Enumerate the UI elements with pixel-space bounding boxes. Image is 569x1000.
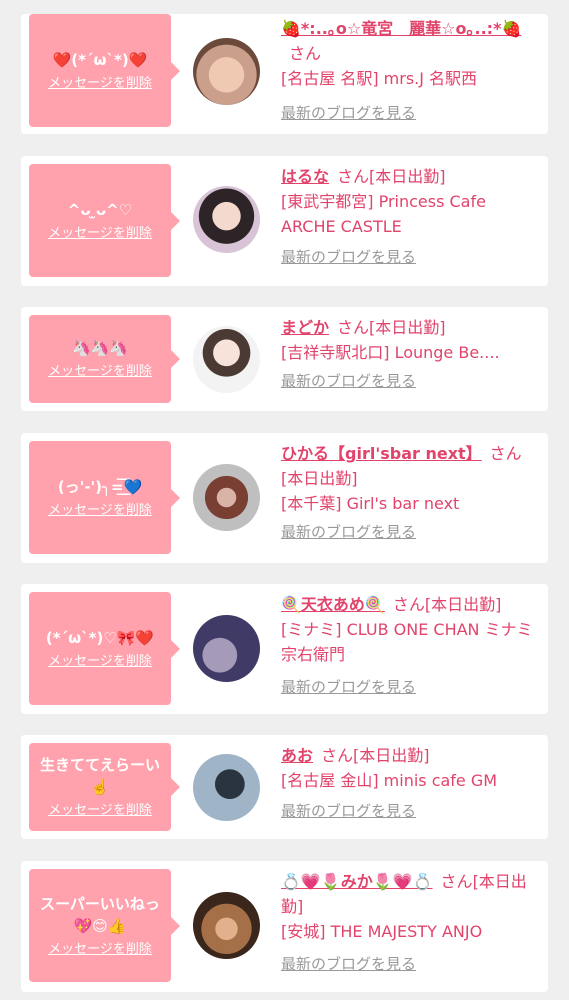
avatar[interactable]: [193, 464, 260, 531]
delete-message-link[interactable]: メッセージを削除: [48, 363, 152, 381]
cast-name-link[interactable]: あお: [281, 746, 313, 765]
honorific: さん: [289, 44, 322, 63]
latest-blog-link[interactable]: 最新のブログを見る: [281, 799, 416, 824]
avatar[interactable]: [193, 186, 260, 253]
message-bubble: (っ'-')╮=͟͟͞͞💙 メッセージを削除: [29, 441, 180, 554]
message-bubble: ❤️(*´ω`*)❤️ メッセージを削除: [29, 14, 180, 127]
attendance-status: [本日出勤]: [424, 595, 502, 614]
cast-info: 🍭天衣あめ🍭 さん[本日出勤] [ミナミ] CLUB ONE CHAN ミナミ 宗…: [281, 592, 543, 700]
cast-name-link[interactable]: はるな: [281, 167, 329, 186]
latest-blog-link[interactable]: 最新のブログを見る: [281, 520, 416, 545]
message-card: 生きててえらーい☝️ メッセージを削除 あお さん[本日出勤] [名古屋 金山] …: [21, 735, 548, 839]
message-text: (っ'-')╮=͟͟͞͞💙: [57, 477, 143, 496]
latest-blog-link[interactable]: 最新のブログを見る: [281, 369, 416, 394]
attendance-status: [本日出勤]: [281, 469, 358, 488]
message-bubble: (*´ω`*)♡🎀❤️ メッセージを削除: [29, 592, 180, 705]
message-card: ^ᴗ ̫ᴗ^♡ メッセージを削除 はるな さん[本日出勤] [東武宇都宮] Pri…: [21, 156, 548, 286]
cast-info: 🍓*:..｡o☆竜宮 麗華☆o｡..:*🍓 さん [名古屋 名駅] mrs.J 名…: [281, 16, 543, 126]
avatar[interactable]: [193, 38, 260, 105]
avatar[interactable]: [193, 615, 260, 682]
cast-name-link[interactable]: ひかる【girl'sbar next】: [281, 444, 482, 463]
shop-name: [安城] THE MAJESTY ANJO: [281, 922, 483, 941]
message-text: スーパーいいねっ💖😊👍: [40, 894, 160, 935]
honorific: さん: [321, 746, 354, 765]
message-card: (*´ω`*)♡🎀❤️ メッセージを削除 🍭天衣あめ🍭 さん[本日出勤] [ミナミ…: [21, 584, 548, 714]
avatar[interactable]: [193, 326, 260, 393]
message-text: ❤️(*´ω`*)❤️: [52, 50, 148, 69]
honorific: さん: [440, 872, 473, 891]
delete-message-link[interactable]: メッセージを削除: [48, 802, 152, 820]
honorific: さん: [489, 444, 522, 463]
message-bubble: ^ᴗ ̫ᴗ^♡ メッセージを削除: [29, 164, 180, 277]
avatar[interactable]: [193, 892, 260, 959]
cast-info: はるな さん[本日出勤] [東武宇都宮] Princess Cafe ARCHE …: [281, 164, 543, 270]
message-card: スーパーいいねっ💖😊👍 メッセージを削除 💍💗🌷みか🌷💗💍 さん[本日出勤] [安…: [21, 861, 548, 992]
shop-name: [東武宇都宮] Princess Cafe ARCHE CASTLE: [281, 192, 486, 236]
message-bubble: スーパーいいねっ💖😊👍 メッセージを削除: [29, 869, 180, 982]
shop-name: [名古屋 名駅] mrs.J 名駅西: [281, 69, 478, 88]
cast-info: 💍💗🌷みか🌷💗💍 さん[本日出勤] [安城] THE MAJESTY ANJO 最…: [281, 869, 543, 977]
attendance-status: [本日出勤]: [369, 167, 446, 186]
shop-name: [本千葉] Girl's bar next: [281, 494, 460, 513]
latest-blog-link[interactable]: 最新のブログを見る: [281, 245, 416, 270]
message-text: (*´ω`*)♡🎀❤️: [45, 628, 155, 647]
attendance-status: [本日出勤]: [353, 746, 430, 765]
cast-info: あお さん[本日出勤] [名古屋 金山] minis cafe GM 最新のブログ…: [281, 743, 543, 824]
delete-message-link[interactable]: メッセージを削除: [48, 75, 152, 93]
honorific: さん: [337, 167, 370, 186]
avatar[interactable]: [193, 754, 260, 821]
latest-blog-link[interactable]: 最新のブログを見る: [281, 952, 416, 977]
message-text: ^ᴗ ̫ᴗ^♡: [67, 200, 133, 219]
message-card: (っ'-')╮=͟͟͞͞💙 メッセージを削除 ひかる【girl'sbar nex…: [21, 433, 548, 563]
cast-name-link[interactable]: まどか: [281, 318, 329, 337]
cast-name-link[interactable]: 🍭天衣あめ🍭: [281, 595, 385, 614]
message-card: ❤️(*´ω`*)❤️ メッセージを削除 🍓*:..｡o☆竜宮 麗華☆o｡..:…: [21, 14, 548, 134]
message-text: 生きててえらーい☝️: [39, 756, 160, 796]
delete-message-link[interactable]: メッセージを削除: [48, 653, 152, 671]
cast-name-link[interactable]: 💍💗🌷みか🌷💗💍: [281, 872, 433, 891]
message-bubble: 🦄🦄🦄 メッセージを削除: [29, 315, 180, 403]
honorific: さん: [392, 595, 425, 614]
message-card: 🦄🦄🦄 メッセージを削除 まどか さん[本日出勤] [吉祥寺駅北口] Lounge…: [21, 307, 548, 411]
delete-message-link[interactable]: メッセージを削除: [48, 941, 152, 959]
delete-message-link[interactable]: メッセージを削除: [48, 225, 152, 243]
cast-name-link[interactable]: 🍓*:..｡o☆竜宮 麗華☆o｡..:*🍓: [281, 19, 521, 38]
message-text: 🦄🦄🦄: [71, 339, 129, 357]
cast-info: まどか さん[本日出勤] [吉祥寺駅北口] Lounge Be.... 最新のブロ…: [281, 315, 543, 394]
latest-blog-link[interactable]: 最新のブログを見る: [281, 675, 416, 700]
delete-message-link[interactable]: メッセージを削除: [48, 502, 152, 520]
latest-blog-link[interactable]: 最新のブログを見る: [281, 101, 416, 126]
message-bubble: 生きててえらーい☝️ メッセージを削除: [29, 743, 180, 831]
shop-name: [吉祥寺駅北口] Lounge Be....: [281, 343, 500, 362]
shop-name: [名古屋 金山] minis cafe GM: [281, 771, 498, 790]
cast-info: ひかる【girl'sbar next】 さん [本日出勤] [本千葉] Girl'…: [281, 441, 543, 545]
shop-name: [ミナミ] CLUB ONE CHAN ミナミ 宗右衛門: [281, 620, 533, 664]
attendance-status: [本日出勤]: [369, 318, 446, 337]
honorific: さん: [337, 318, 370, 337]
